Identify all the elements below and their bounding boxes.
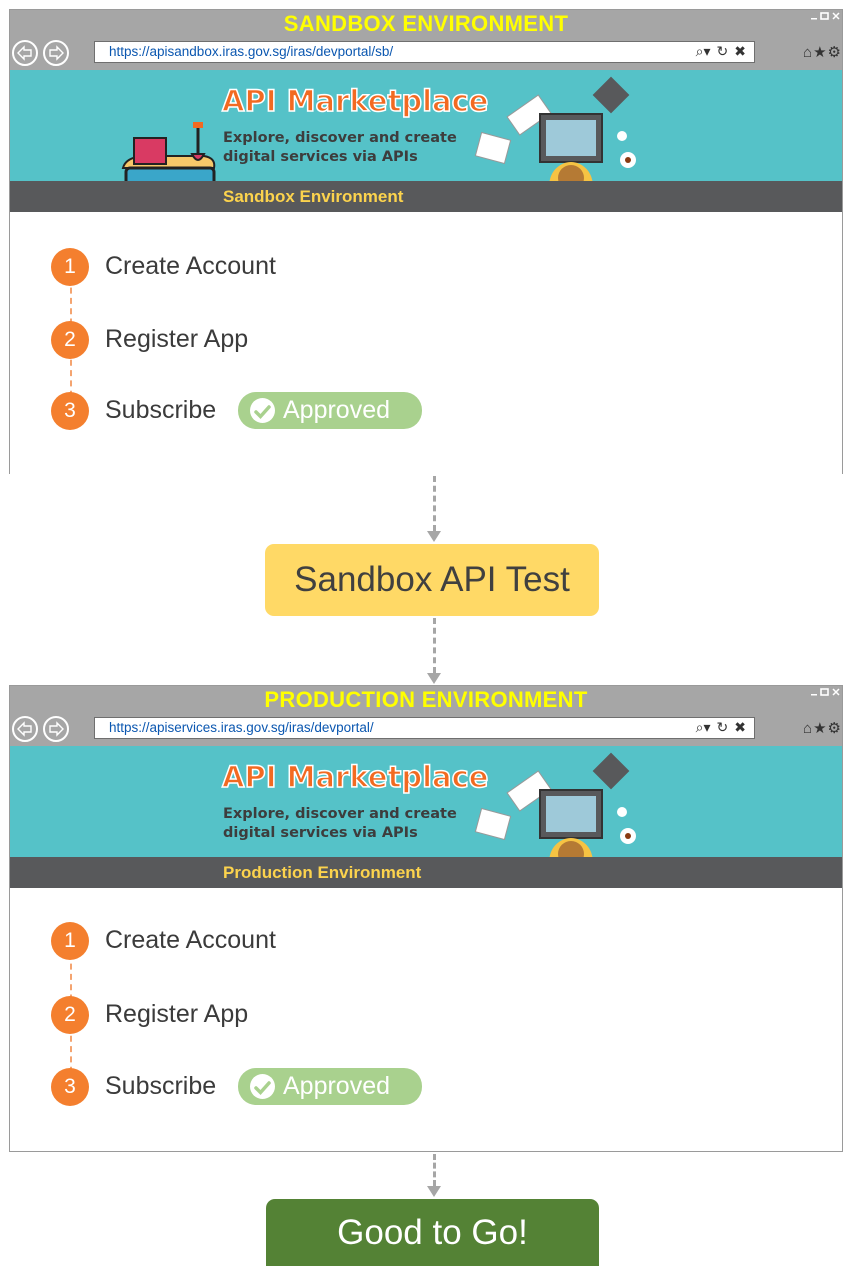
approved-label: Approved xyxy=(283,396,391,424)
step-label: Create Account xyxy=(105,252,276,280)
favorites-star-icon[interactable]: ★ xyxy=(813,720,827,737)
window-controls[interactable] xyxy=(810,687,840,700)
flow-arrowhead xyxy=(427,673,441,684)
stop-icon[interactable]: ✖ xyxy=(734,43,746,59)
forward-button[interactable] xyxy=(43,40,69,66)
step-label: Subscribe xyxy=(105,396,217,424)
environment-strip: Sandbox Environment xyxy=(10,181,842,212)
api-marketplace-banner: API Marketplace Explore, discover and cr… xyxy=(10,70,842,212)
forward-arrow-icon xyxy=(49,45,64,61)
step-label: Create Account xyxy=(105,926,276,954)
approved-badge: Approved xyxy=(238,1068,422,1105)
url-text: https://apiservices.iras.gov.sg/iras/dev… xyxy=(109,720,374,735)
minimize-maximize-close-icon[interactable] xyxy=(810,11,840,21)
forward-button[interactable] xyxy=(43,716,69,742)
good-to-go-box: Good to Go! xyxy=(266,1199,599,1266)
flow-arrow-line xyxy=(433,1154,436,1186)
environment-label: Production Environment xyxy=(223,863,422,882)
step-number: 3 xyxy=(51,392,89,430)
settings-gear-icon[interactable]: ⚙ xyxy=(828,44,842,61)
checkmark-icon xyxy=(250,398,275,423)
refresh-icon[interactable]: ↻ xyxy=(717,719,729,735)
browser-navbar: https://apiservices.iras.gov.sg/iras/dev… xyxy=(10,714,842,746)
settings-gear-icon[interactable]: ⚙ xyxy=(828,720,842,737)
step-label: Subscribe xyxy=(105,1072,217,1100)
address-bar[interactable]: https://apisandbox.iras.gov.sg/iras/devp… xyxy=(94,41,755,63)
flow-arrow-line xyxy=(433,476,436,531)
checkmark-icon xyxy=(250,1074,275,1099)
browser-tools: ⌂★⚙ xyxy=(803,43,842,61)
flow-arrow-line xyxy=(433,618,436,673)
forward-arrow-icon xyxy=(49,721,64,737)
refresh-icon[interactable]: ↻ xyxy=(717,43,729,59)
search-icon[interactable]: ⌕▾ xyxy=(696,43,711,59)
home-icon[interactable]: ⌂ xyxy=(803,720,813,737)
step-label: Register App xyxy=(105,1000,249,1028)
window-titlebar: SANDBOX ENVIRONMENT xyxy=(10,10,842,38)
browser-tools: ⌂★⚙ xyxy=(803,719,842,737)
window-controls[interactable] xyxy=(810,11,840,24)
step-number: 1 xyxy=(51,248,89,286)
flow-arrowhead xyxy=(427,531,441,542)
environment-strip: Production Environment xyxy=(10,857,842,888)
banner-title: API Marketplace xyxy=(221,759,489,795)
minimize-maximize-close-icon[interactable] xyxy=(810,687,840,697)
back-button[interactable] xyxy=(12,40,38,66)
approved-label: Approved xyxy=(283,1072,391,1100)
window-title: PRODUCTION ENVIRONMENT xyxy=(264,687,588,712)
steps-panel: 1 Create Account 2 Register App 3 Subscr… xyxy=(10,888,842,1150)
home-icon[interactable]: ⌂ xyxy=(803,44,813,61)
address-tools: ⌕▾ ↻ ✖ xyxy=(690,43,746,60)
browser-navbar: https://apisandbox.iras.gov.sg/iras/devp… xyxy=(10,38,842,70)
stop-icon[interactable]: ✖ xyxy=(734,719,746,735)
step-number: 2 xyxy=(51,996,89,1034)
search-icon[interactable]: ⌕▾ xyxy=(696,719,711,735)
environment-label: Sandbox Environment xyxy=(223,187,404,206)
banner-subtitle: Explore, discover and create digital ser… xyxy=(223,806,457,841)
banner-title: API Marketplace xyxy=(221,83,489,119)
window-titlebar: PRODUCTION ENVIRONMENT xyxy=(10,686,842,714)
back-arrow-icon xyxy=(17,45,32,61)
flow-arrowhead xyxy=(427,1186,441,1197)
address-bar[interactable]: https://apiservices.iras.gov.sg/iras/dev… xyxy=(94,717,755,739)
favorites-star-icon[interactable]: ★ xyxy=(813,44,827,61)
address-tools: ⌕▾ ↻ ✖ xyxy=(690,719,746,736)
window-title: SANDBOX ENVIRONMENT xyxy=(283,11,569,36)
back-button[interactable] xyxy=(12,716,38,742)
step-label: Register App xyxy=(105,325,249,353)
sandbox-browser-window: SANDBOX ENVIRONMENT https://apisandbox.i… xyxy=(9,9,843,474)
production-browser-window: PRODUCTION ENVIRONMENT https://apiservic… xyxy=(9,685,843,1152)
sandbox-api-test-box: Sandbox API Test xyxy=(265,544,599,616)
approved-badge: Approved xyxy=(238,392,422,429)
api-marketplace-banner: API Marketplace Explore, discover and cr… xyxy=(10,746,842,888)
steps-panel: 1 Create Account 2 Register App 3 Subscr… xyxy=(10,212,842,474)
url-text: https://apisandbox.iras.gov.sg/iras/devp… xyxy=(109,44,394,59)
step-number: 1 xyxy=(51,922,89,960)
banner-subtitle: Explore, discover and create digital ser… xyxy=(223,130,457,165)
step-number: 3 xyxy=(51,1068,89,1106)
back-arrow-icon xyxy=(17,721,32,737)
step-number: 2 xyxy=(51,321,89,359)
